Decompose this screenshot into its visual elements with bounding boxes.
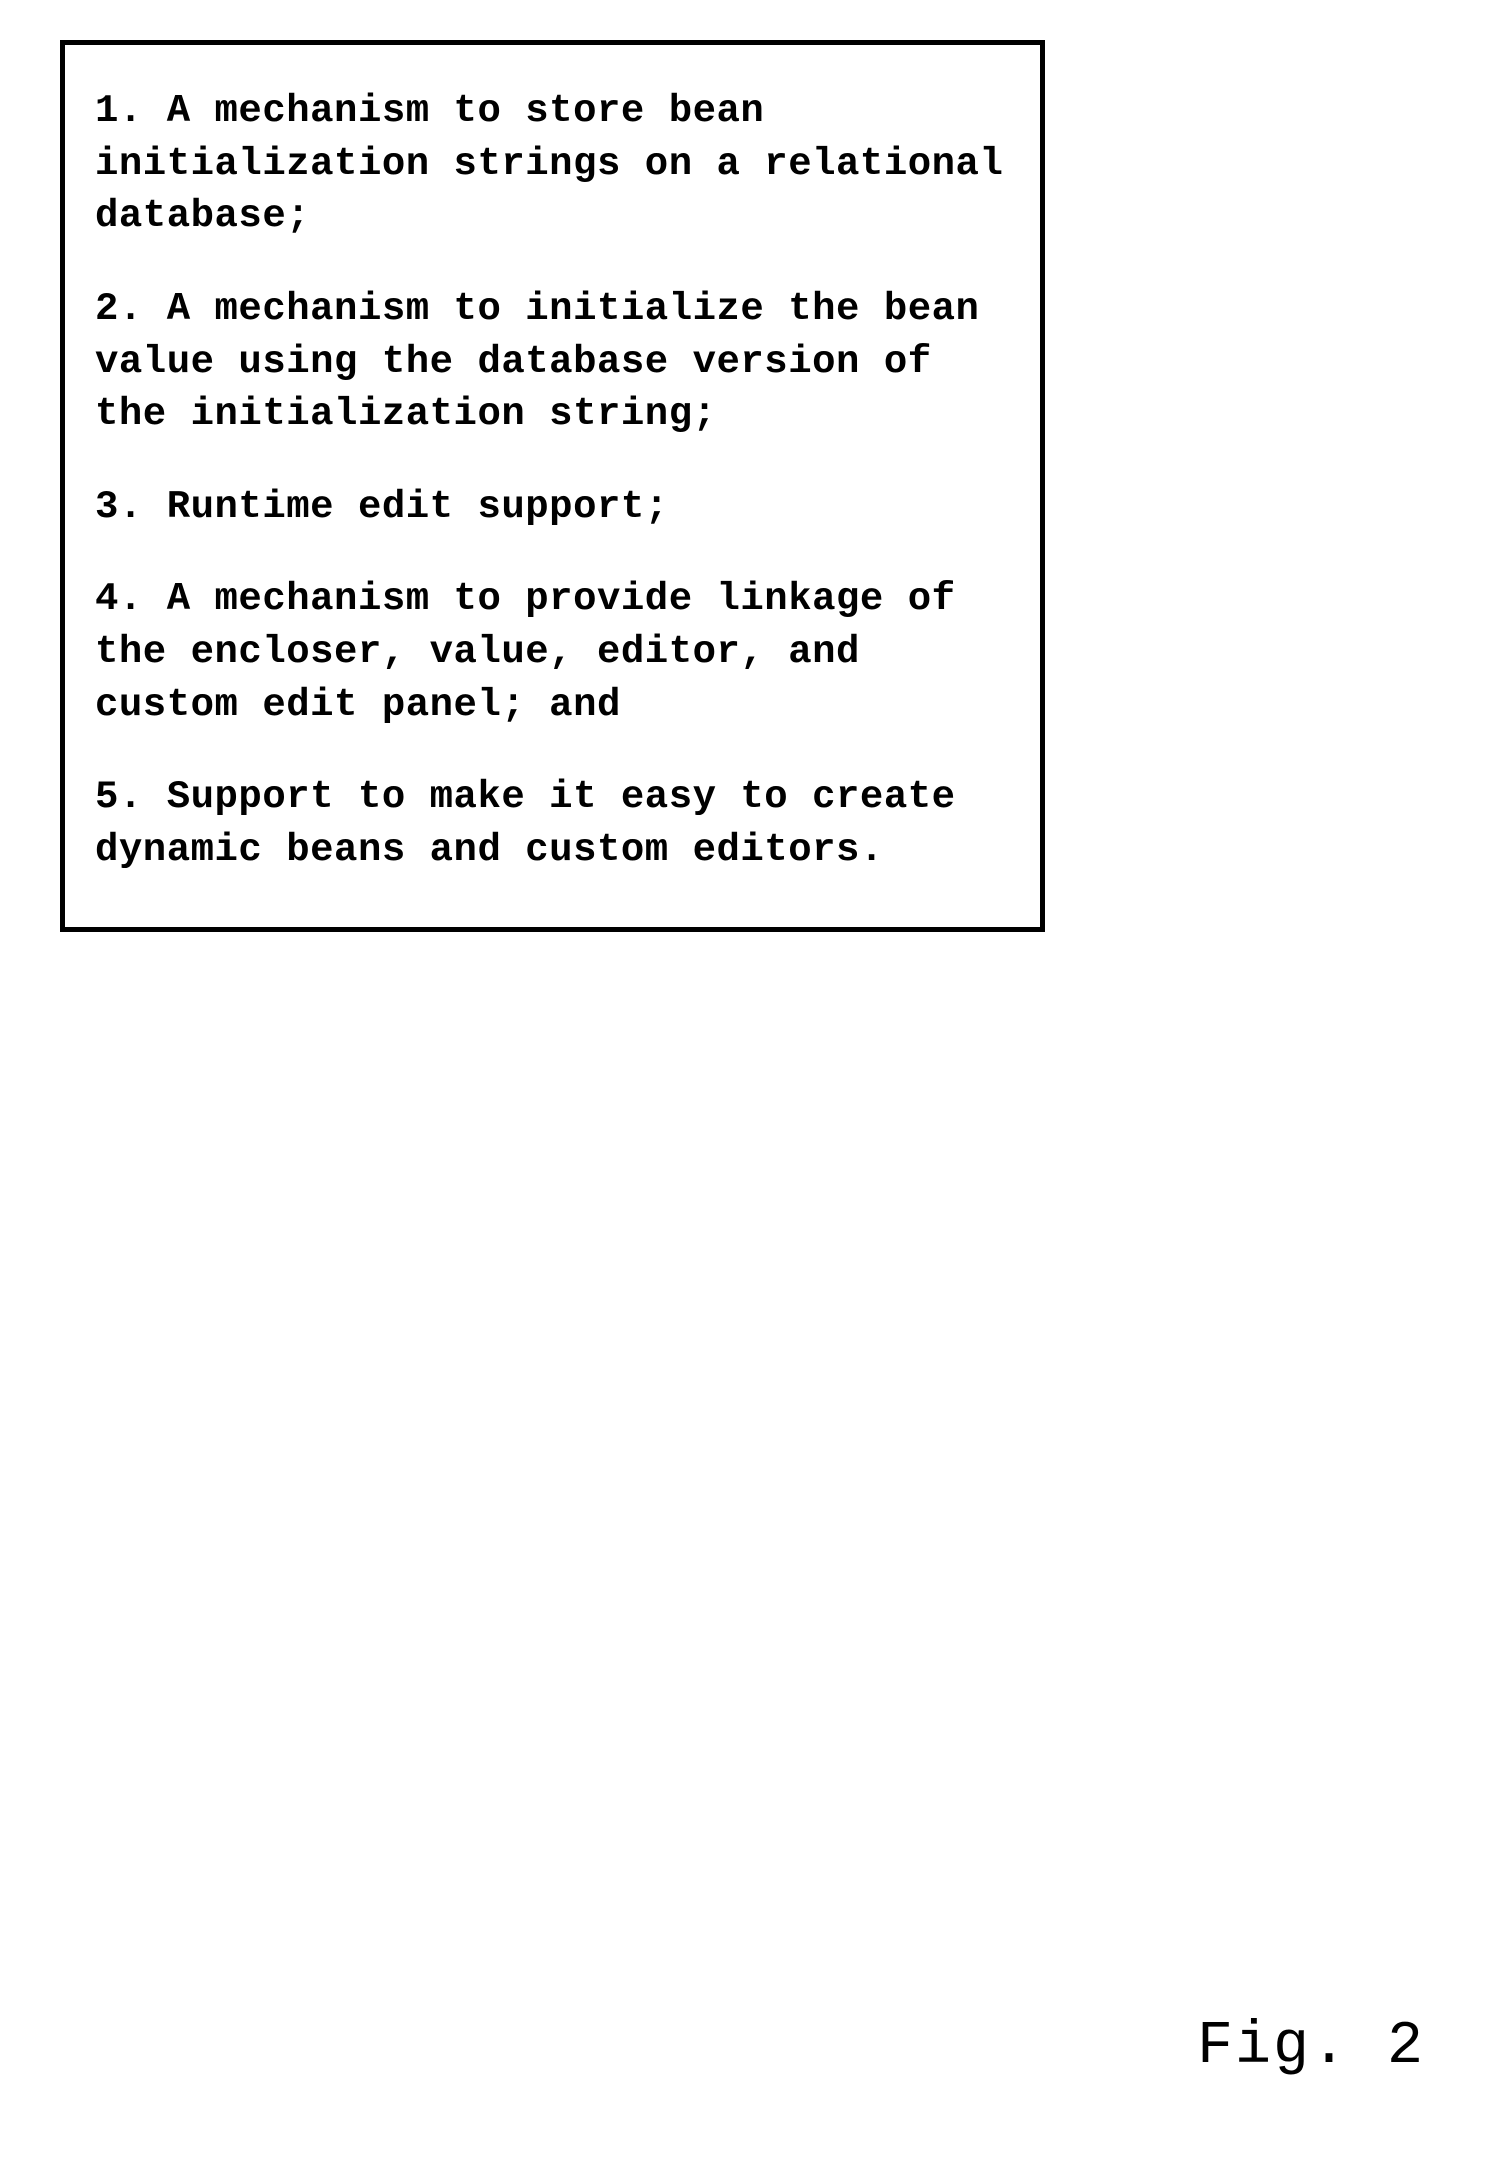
content-box: 1. A mechanism to store bean initializat… — [60, 40, 1045, 932]
list-item: 4. A mechanism to provide linkage of the… — [95, 573, 1010, 731]
figure-label: Fig. 2 — [1197, 2013, 1425, 2081]
list-item: 3. Runtime edit support; — [95, 481, 1010, 534]
list-item: 1. A mechanism to store bean initializat… — [95, 85, 1010, 243]
document-page: 1. A mechanism to store bean initializat… — [0, 0, 1485, 2161]
list-item: 2. A mechanism to initialize the bean va… — [95, 283, 1010, 441]
list-item: 5. Support to make it easy to create dyn… — [95, 771, 1010, 876]
